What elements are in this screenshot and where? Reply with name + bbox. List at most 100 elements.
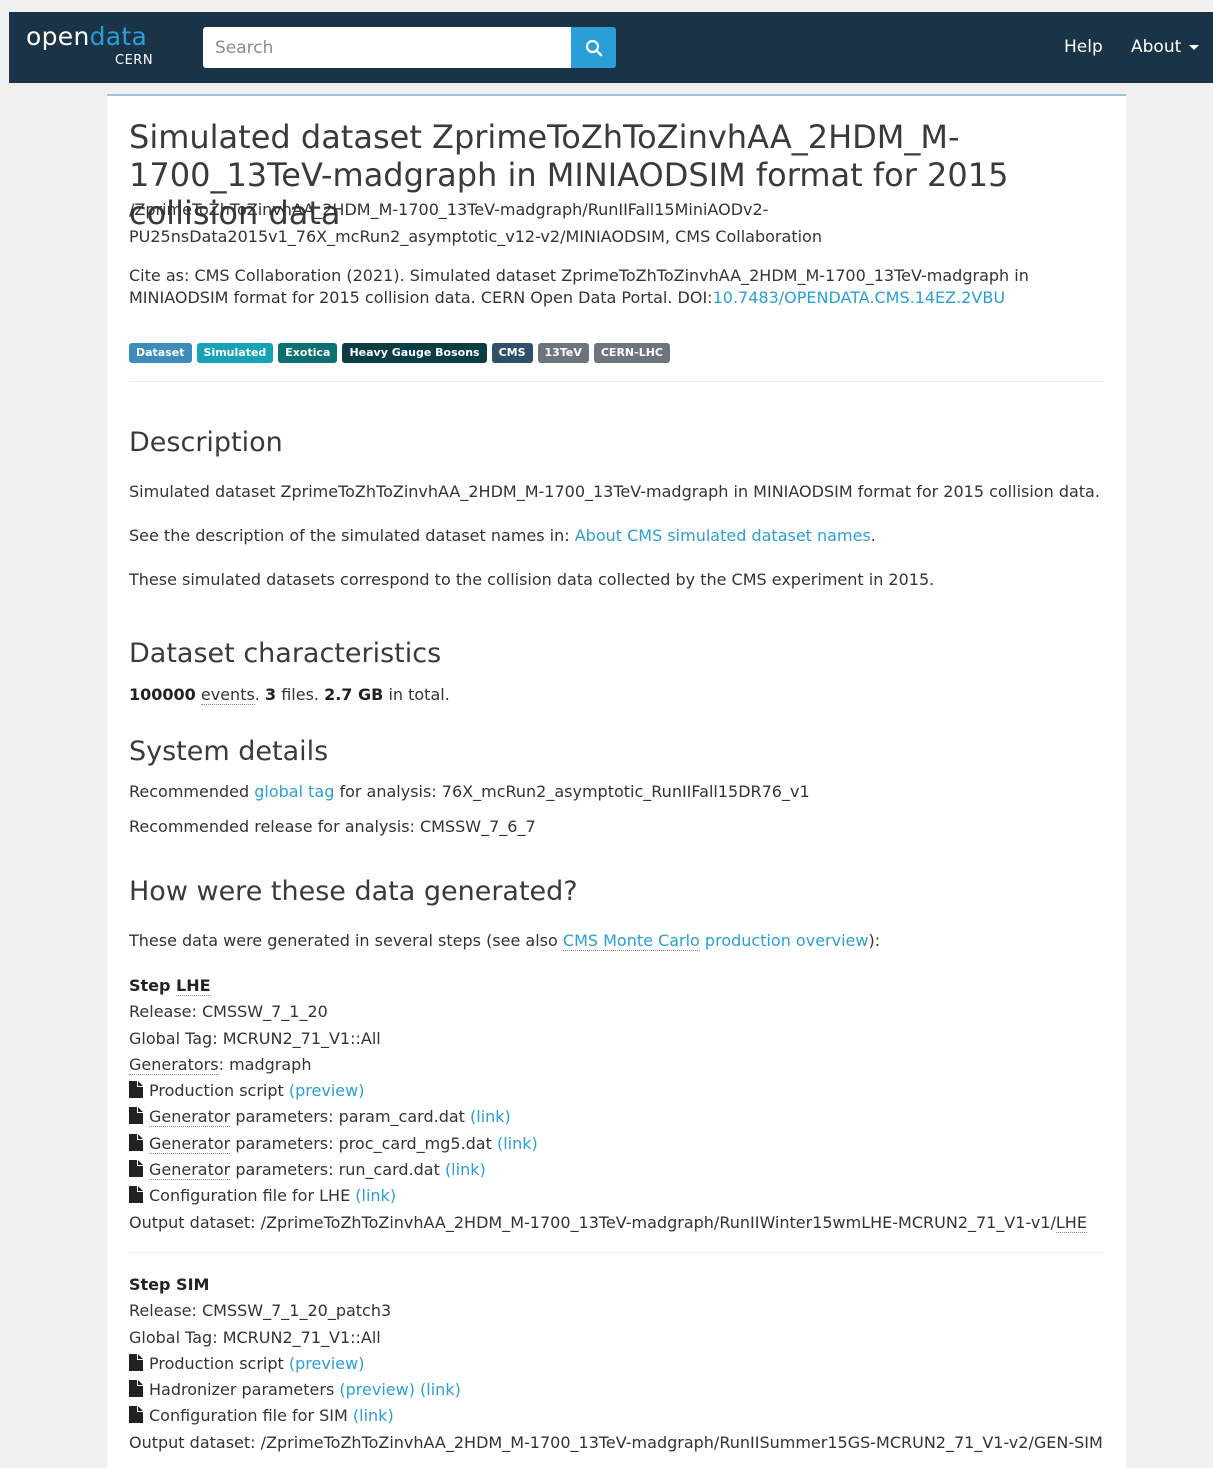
badge-13tev[interactable]: 13TeV [537, 343, 589, 363]
description-p1: Simulated dataset ZprimeToZhToZinvhAA_2H… [129, 482, 1100, 501]
badge-heavy-gauge-bosons[interactable]: Heavy Gauge Bosons [342, 343, 487, 363]
global-tag-suffix: for analysis: 76X_mcRun2_asymptotic_RunI… [334, 782, 810, 801]
step-lhe: Step LHE Release: CMSSW_7_1_20 Global Ta… [129, 973, 1087, 1236]
sim-hadronizer: Hadronizer parameters (preview) (link) [129, 1377, 1103, 1403]
generation-intro-text: These data were generated in several ste… [129, 931, 563, 950]
global-tag-line: Recommended global tag for analysis: 76X… [129, 781, 810, 803]
step-sim-release: Release: CMSSW_7_1_20_patch3 [129, 1301, 392, 1321]
divider [129, 1252, 1104, 1253]
badge-cern-lhc[interactable]: CERN-LHC [593, 343, 670, 363]
mc-link-part-b: production overview [699, 931, 869, 950]
mc-link-part-a: CMS Monte Carlo [562, 931, 700, 951]
generator-label[interactable]: Generator [149, 1160, 231, 1181]
system-heading: System details [129, 736, 329, 767]
badge-exotica[interactable]: Exotica [278, 343, 338, 363]
logo-cern-text: CERN [115, 53, 154, 68]
step-sim-title-text: Step SIM [129, 1275, 210, 1294]
generation-intro: These data were generated in several ste… [129, 930, 880, 952]
sim-production-script: Production script (preview) [129, 1351, 1103, 1377]
release-line: Recommended release for analysis: CMSSW_… [129, 817, 536, 836]
step-lhe-release: Release: CMSSW_7_1_20 [129, 1002, 328, 1022]
opendata-logo[interactable]: opendata CERN [26, 22, 153, 68]
sim-config-link[interactable]: (link) [353, 1406, 394, 1425]
description-p2: See the description of the simulated dat… [129, 525, 876, 547]
step-sim: Step SIM Release: CMSSW_7_1_20_patch3 Gl… [129, 1272, 1103, 1456]
logo-data-text: data [89, 22, 148, 51]
logo-open-text: open [26, 22, 90, 51]
lhe-output-tier[interactable]: LHE [1055, 1212, 1087, 1233]
step-lhe-title-b[interactable]: LHE [176, 976, 211, 996]
lhe-output-dataset: Output dataset: /ZprimeToZhToZinvhAA_2HD… [129, 1210, 1087, 1236]
step-lhe-title-a: Step [129, 976, 177, 995]
lhe-param-card: Generator parameters: param_card.dat (li… [129, 1104, 1087, 1130]
lhe-run-card: Generator parameters: run_card.dat (link… [129, 1157, 1087, 1183]
file-icon [129, 1106, 143, 1132]
sim-config-label: Configuration file for SIM [149, 1406, 353, 1426]
generators-value: : madgraph [218, 1054, 312, 1074]
badge-cms[interactable]: CMS [491, 343, 533, 363]
events-label[interactable]: events [200, 685, 255, 705]
about-names-link[interactable]: About CMS simulated dataset names [575, 526, 871, 545]
lhe-config-link[interactable]: (link) [355, 1186, 396, 1205]
sim-output-dataset: Output dataset: /ZprimeToZhToZinvhAA_2HD… [129, 1432, 1103, 1452]
record-card: Simulated dataset ZprimeToZhToZinvhAA_2H… [107, 94, 1126, 1468]
file-icon [129, 1080, 143, 1106]
badge-list: Dataset Simulated Exotica Heavy Gauge Boson… [129, 343, 670, 363]
description-p3: These simulated datasets correspond to t… [129, 570, 935, 589]
record-subtitle: /ZprimeToZhToZinvhAA_2HDM_M-1700_13TeV-m… [129, 196, 1069, 250]
lhe-run-card-link[interactable]: (link) [445, 1160, 486, 1179]
search-icon [585, 39, 602, 56]
file-icon [129, 1185, 143, 1211]
generator-label[interactable]: Generator [149, 1107, 231, 1128]
lhe-config-file: Configuration file for LHE (link) [129, 1183, 1087, 1209]
file-icon [129, 1353, 143, 1379]
lhe-config-label: Configuration file for LHE [149, 1186, 356, 1206]
characteristics-summary: 100000 events. 3 files. 2.7 GB in total. [129, 685, 450, 705]
badge-dataset[interactable]: Dataset [129, 343, 192, 363]
global-tag-link[interactable]: global tag [254, 782, 334, 801]
global-tag-prefix: Recommended [129, 782, 255, 801]
subtitle-line-2: PU25nsData2015v1_76X_mcRun2_asymptotic_v… [129, 227, 822, 246]
lhe-proc-card-link[interactable]: (link) [497, 1134, 538, 1153]
step-lhe-global-tag: Global Tag: MCRUN2_71_V1::All [129, 1028, 381, 1048]
caret-down-icon [1189, 44, 1200, 50]
lhe-proc-card: Generator parameters: proc_card_mg5.dat … [129, 1131, 1087, 1157]
lhe-production-script-preview[interactable]: (preview) [289, 1081, 365, 1100]
sim-hadronizer-preview[interactable]: (preview) [339, 1380, 415, 1399]
events-count: 100000 [129, 685, 196, 704]
lhe-production-script-label: Production script [149, 1081, 289, 1101]
lhe-param-card-link[interactable]: (link) [470, 1107, 511, 1126]
search-input[interactable] [203, 27, 571, 68]
divider [129, 381, 1104, 382]
generators-label[interactable]: Generators [129, 1054, 219, 1075]
files-label: files. [281, 685, 319, 704]
size-label: in total. [388, 685, 450, 704]
lhe-output-text: Output dataset: /ZprimeToZhToZinvhAA_2HD… [129, 1212, 1056, 1232]
sim-hadronizer-label: Hadronizer parameters [149, 1380, 340, 1400]
sim-production-script-preview[interactable]: (preview) [289, 1354, 365, 1373]
files-count: 3 [264, 685, 277, 704]
subtitle-line-1: /ZprimeToZhToZinvhAA_2HDM_M-1700_13TeV-m… [129, 200, 769, 219]
lhe-production-script: Production script (preview) [129, 1078, 1087, 1104]
step-sim-global-tag: Global Tag: MCRUN2_71_V1::All [129, 1327, 381, 1347]
citation: Cite as: CMS Collaboration (2021). Simul… [129, 265, 1089, 309]
nav-help-link[interactable]: Help [1064, 34, 1103, 60]
nav-about-label: About [1131, 37, 1182, 57]
description-heading: Description [129, 427, 283, 458]
file-icon [129, 1379, 143, 1405]
size-value: 2.7 GB [324, 685, 384, 704]
generation-heading: How were these data generated? [129, 876, 578, 907]
generation-intro-end: ): [868, 931, 881, 950]
generator-label[interactable]: Generator [149, 1133, 231, 1154]
lhe-proc-card-label: parameters: proc_card_mg5.dat [230, 1133, 497, 1153]
step-sim-title: Step SIM [129, 1272, 1103, 1298]
search-button[interactable] [571, 27, 616, 68]
mc-production-link[interactable]: CMS Monte Carlo production overview [562, 931, 869, 951]
file-icon [129, 1133, 143, 1159]
badge-simulated[interactable]: Simulated [196, 343, 274, 363]
sim-hadronizer-link[interactable]: (link) [420, 1380, 461, 1399]
doi-link[interactable]: 10.7483/OPENDATA.CMS.14EZ.2VBU [713, 288, 1005, 307]
search-bar [203, 27, 616, 68]
sim-production-script-label: Production script [149, 1353, 289, 1373]
nav-about-dropdown[interactable]: About [1131, 34, 1200, 60]
